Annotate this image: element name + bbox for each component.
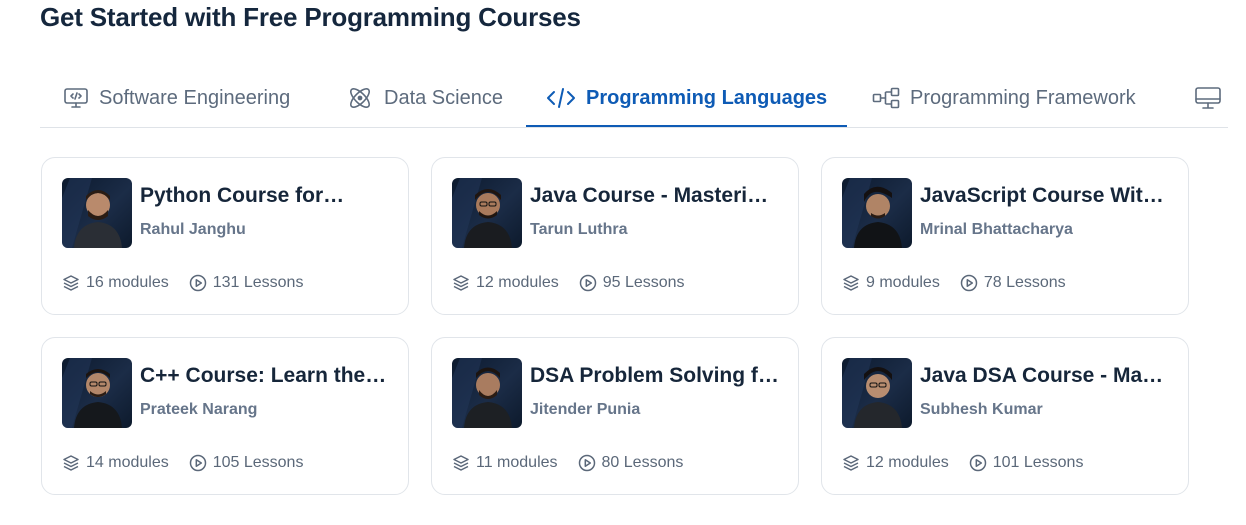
flow-diagram-icon [872, 87, 900, 109]
modules-count: 16 modules [86, 274, 169, 291]
tab-programming-languages[interactable]: Programming Languages [525, 70, 848, 127]
course-title: JavaScript Course With… [920, 184, 1170, 207]
instructor-name: Tarun Luthra [530, 221, 628, 238]
course-meta: 9 modules 78 Lessons [842, 274, 1066, 292]
course-card[interactable]: Java Course - Masterin… Tarun Luthra 12 … [431, 157, 799, 315]
instructor-name: Prateek Narang [140, 401, 258, 418]
modules-count: 11 modules [476, 454, 558, 471]
instructor-photo [452, 358, 522, 428]
tab-programming-framework[interactable]: Programming Framework [872, 70, 1136, 126]
tab-data-science[interactable]: Data Science [346, 70, 503, 126]
course-meta: 11 modules 80 Lessons [452, 454, 683, 472]
course-card[interactable]: DSA Problem Solving f… Jitender Punia 11… [431, 337, 799, 495]
lessons-count: 95 Lessons [602, 274, 685, 291]
instructor-name: Rahul Janghu [140, 221, 246, 238]
layers-icon [843, 275, 859, 291]
atom-icon [350, 88, 370, 108]
category-tabs: Software Engineering Data Science Progra… [40, 70, 1228, 128]
play-circle-icon [960, 274, 978, 292]
course-title: DSA Problem Solving f… [530, 364, 779, 387]
lessons-count: 101 Lessons [992, 454, 1084, 471]
lessons-count: 78 Lessons [983, 274, 1066, 291]
tab-label: Data Science [384, 86, 503, 109]
course-title: Python Course for… [140, 184, 345, 207]
layers-icon [453, 455, 469, 471]
course-title: C++ Course: Learn the… [140, 364, 387, 387]
layers-icon [453, 275, 469, 291]
tab-label: Programming Framework [910, 86, 1136, 109]
course-meta: 12 modules 101 Lessons [842, 454, 1083, 472]
code-brackets-icon [547, 88, 575, 108]
modules-count: 12 modules [476, 274, 559, 291]
instructor-photo [62, 358, 132, 428]
instructor-photo [62, 178, 132, 248]
modules-count: 12 modules [866, 454, 949, 471]
instructor-name: Subhesh Kumar [920, 401, 1043, 418]
course-meta: 16 modules 131 Lessons [62, 274, 303, 292]
layers-icon [63, 275, 79, 291]
layers-icon [63, 455, 79, 471]
tab-more[interactable] [1194, 70, 1232, 126]
course-card[interactable]: C++ Course: Learn the… Prateek Narang 14… [41, 337, 409, 495]
instructor-photo [452, 178, 522, 248]
play-circle-icon [579, 274, 596, 292]
monitor-icon [1195, 87, 1221, 109]
instructor-photo [842, 358, 912, 428]
play-circle-icon [578, 454, 595, 472]
play-circle-icon [189, 274, 206, 292]
instructor-name: Jitender Punia [530, 401, 641, 418]
tab-label: Programming Languages [586, 86, 828, 109]
modules-count: 9 modules [866, 274, 940, 291]
play-circle-icon [969, 454, 986, 472]
course-title: Java Course - Masterin… [530, 184, 780, 207]
tab-label: Software Engineering [99, 86, 291, 109]
course-card[interactable]: Python Course for… Rahul Janghu 16 modul… [41, 157, 409, 315]
play-circle-icon [189, 454, 206, 472]
lessons-count: 80 Lessons [601, 454, 684, 471]
modules-count: 14 modules [86, 454, 169, 471]
course-card[interactable]: JavaScript Course With… Mrinal Bhattacha… [821, 157, 1189, 315]
instructor-photo [842, 178, 912, 248]
layers-icon [843, 455, 859, 471]
course-meta: 14 modules 105 Lessons [62, 454, 303, 472]
code-monitor-icon [64, 88, 88, 108]
lessons-count: 105 Lessons [212, 454, 304, 471]
course-card[interactable]: Java DSA Course - Mast… Subhesh Kumar 12… [821, 337, 1189, 495]
tab-software-engineering[interactable]: Software Engineering [63, 70, 290, 126]
lessons-count: 131 Lessons [212, 274, 304, 291]
course-meta: 12 modules 95 Lessons [452, 274, 685, 292]
instructor-name: Mrinal Bhattacharya [920, 221, 1073, 238]
course-title: Java DSA Course - Mast… [920, 364, 1170, 387]
page-title: Get Started with Free Programming Course… [40, 2, 581, 32]
